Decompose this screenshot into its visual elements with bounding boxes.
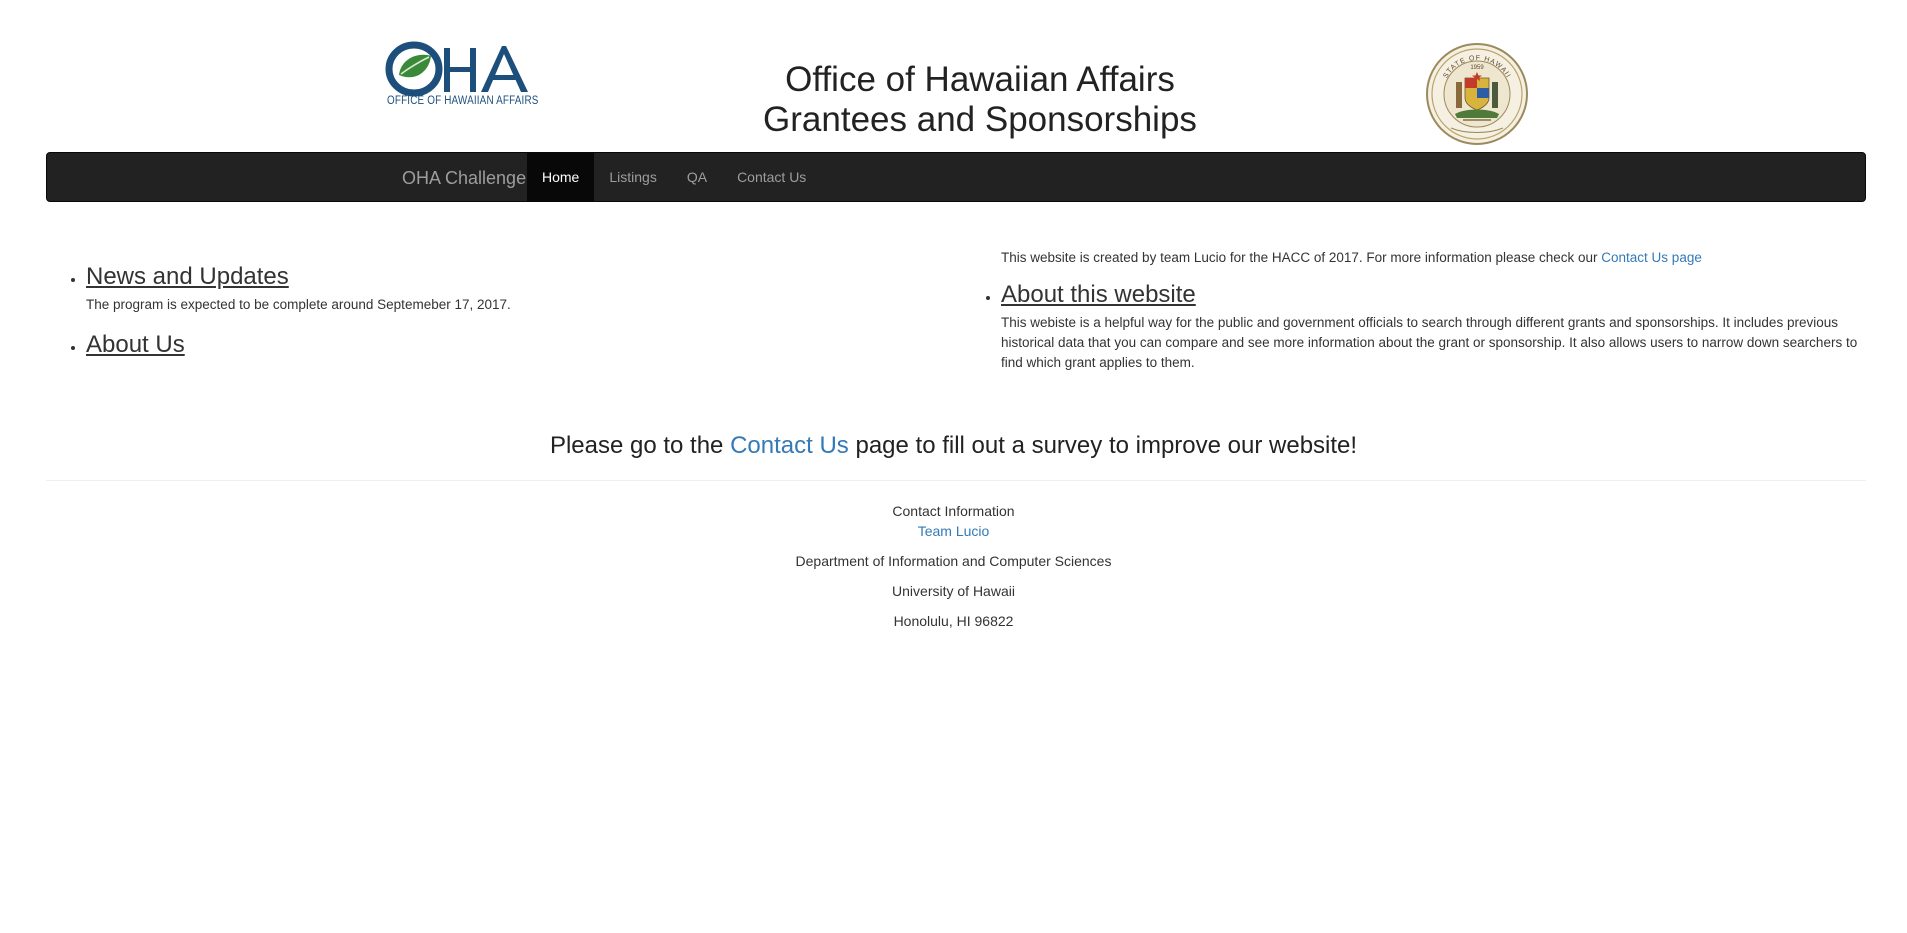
right-section-list: About this website This webiste is a hel… bbox=[983, 280, 1868, 373]
about-website-text: This webiste is a helpful way for the pu… bbox=[1001, 315, 1858, 370]
nav-item-qa[interactable]: QA bbox=[672, 152, 722, 202]
left-section-list: News and Updates The program is expected… bbox=[68, 262, 948, 360]
page-title-line-1: Office of Hawaiian Affairs bbox=[785, 60, 1175, 99]
nav-item-listings[interactable]: Listings bbox=[594, 152, 671, 202]
oha-logo-mark bbox=[385, 41, 528, 97]
left-column: News and Updates The program is expected… bbox=[68, 262, 948, 360]
team-lucio-link[interactable]: Team Lucio bbox=[918, 523, 990, 539]
news-text: The program is expected to be complete a… bbox=[86, 297, 511, 312]
footer-divider bbox=[46, 480, 1866, 481]
list-item: About this website This webiste is a hel… bbox=[1001, 280, 1868, 373]
oha-logo-caption: OFFICE OF HAWAIIAN AFFAIRS bbox=[387, 95, 539, 107]
main-navbar: OHA Challenge Home Listings QA Contact U… bbox=[46, 152, 1866, 202]
about-us-heading[interactable]: About Us bbox=[86, 330, 185, 360]
state-of-hawaii-seal: STATE OF HAWAII 1959 bbox=[1425, 42, 1529, 146]
site-header: OFFICE OF HAWAIIAN AFFAIRS Office of Haw… bbox=[0, 0, 1907, 150]
contact-block: Contact Information Team Lucio bbox=[0, 501, 1907, 541]
university-text: University of Hawaii bbox=[892, 583, 1015, 599]
site-footer: Contact Information Team Lucio Departmen… bbox=[0, 501, 1907, 641]
nav-item-home[interactable]: Home bbox=[527, 152, 595, 202]
list-item: About Us bbox=[86, 330, 948, 360]
list-item: News and Updates The program is expected… bbox=[86, 262, 948, 315]
about-this-website-heading[interactable]: About this website bbox=[1001, 280, 1196, 310]
survey-text-before: Please go to the bbox=[549, 432, 731, 459]
contact-us-page-link[interactable]: Contact Us page bbox=[1601, 250, 1702, 265]
page-title-line-2: Grantees and Sponsorships bbox=[763, 100, 1197, 139]
contact-information-label: Contact Information bbox=[892, 503, 1015, 519]
survey-callout: Please go to the Contact Us page to fill… bbox=[0, 431, 1907, 461]
department-text: Department of Information and Computer S… bbox=[795, 553, 1112, 569]
survey-contact-us-link[interactable]: Contact Us bbox=[730, 432, 849, 459]
intro-text: This website is created by team Lucio fo… bbox=[1001, 248, 1868, 268]
news-and-updates-heading[interactable]: News and Updates bbox=[86, 262, 289, 292]
survey-text-after: page to fill out a survey to improve our… bbox=[848, 432, 1358, 459]
navbar-brand[interactable]: OHA Challenge bbox=[387, 153, 541, 203]
nav-item-contact-us[interactable]: Contact Us bbox=[722, 152, 821, 202]
state-seal-icon: STATE OF HAWAII 1959 bbox=[1426, 43, 1528, 145]
oha-logo: OFFICE OF HAWAIIAN AFFAIRS bbox=[385, 40, 545, 114]
intro-text-body: This website is created by team Lucio fo… bbox=[1001, 250, 1602, 265]
address-text: Honolulu, HI 96822 bbox=[893, 613, 1014, 629]
page-title: Office of Hawaiian Affairs Grantees and … bbox=[700, 60, 1260, 140]
navbar-menu: Home Listings QA Contact Us bbox=[527, 152, 821, 202]
right-column: This website is created by team Lucio fo… bbox=[983, 248, 1868, 388]
svg-text:1959: 1959 bbox=[1470, 65, 1484, 71]
